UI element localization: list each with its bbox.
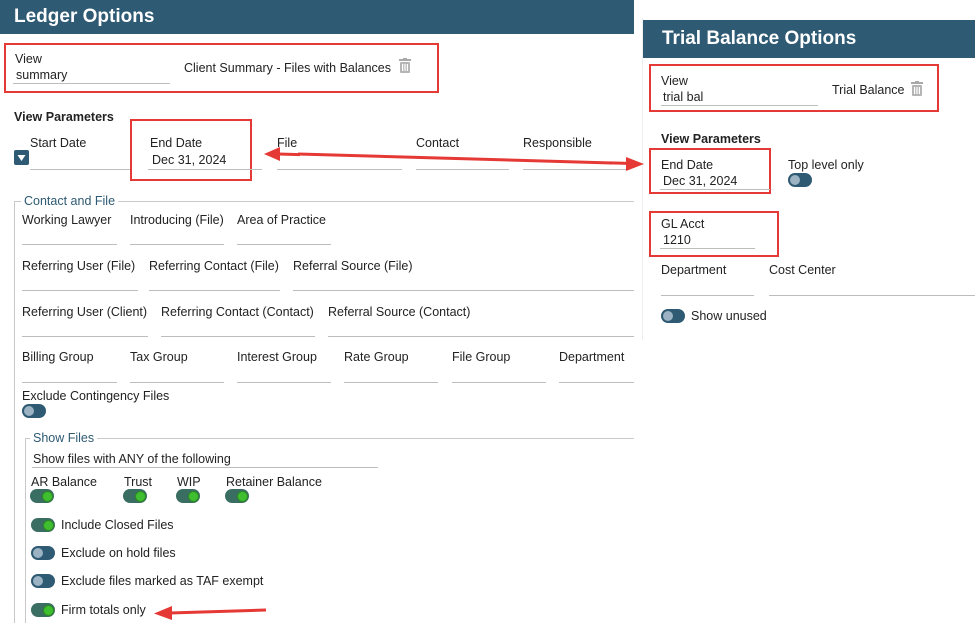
firm-totals-arrow — [154, 606, 267, 620]
end-date-link-arrow — [264, 147, 644, 171]
annotation-arrows — [154, 147, 644, 620]
